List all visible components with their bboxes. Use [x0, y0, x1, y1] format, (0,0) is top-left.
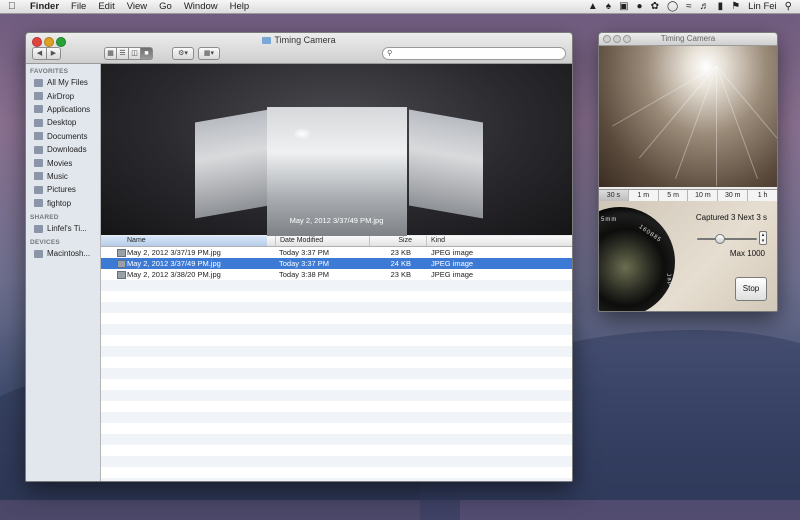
max-label: Max 1000: [729, 249, 765, 258]
column-header-kind[interactable]: Kind: [426, 236, 491, 246]
documents-icon: [34, 132, 43, 141]
sidebar-item-pictures[interactable]: Pictures: [26, 183, 100, 196]
camera-preview: [599, 46, 777, 187]
sidebar-item-desktop[interactable]: Desktop: [26, 116, 100, 129]
stop-button[interactable]: Stop: [735, 277, 767, 301]
finder-window: Timing Camera ◀ ▶ ▦ ☰ ◫ ■ ⚙▾ ▦▾ ⚲ FAVORI…: [25, 32, 573, 482]
sidebar-item-airdrop[interactable]: AirDrop: [26, 89, 100, 102]
interval-30m[interactable]: 30 m: [717, 190, 747, 201]
menu-icon-4[interactable]: ●: [637, 1, 643, 12]
downloads-icon: [34, 145, 43, 154]
search-input[interactable]: ⚲: [382, 47, 566, 60]
interval-5m[interactable]: 5 m: [657, 190, 688, 201]
icon-view-button[interactable]: ▦: [104, 47, 117, 60]
user-name[interactable]: Lin Fei: [748, 1, 777, 12]
all-files-icon: [34, 78, 43, 87]
desktop-icon: [34, 118, 43, 127]
sidebar-item-macintosh-hd[interactable]: Macintosh...: [26, 247, 100, 260]
menu-icon-3[interactable]: ▣: [619, 1, 628, 12]
apple-icon[interactable]: : [8, 1, 20, 12]
sidebar-item-documents[interactable]: Documents: [26, 130, 100, 143]
lens-label: 5mm: [601, 217, 618, 223]
sidebar-header-favorites: FAVORITES: [30, 68, 69, 75]
coverflow-view[interactable]: May 2, 2012 3/37/49 PM.jpg: [101, 64, 572, 237]
battery-icon[interactable]: ▮: [718, 1, 724, 12]
finder-toolbar: Timing Camera ◀ ▶ ▦ ☰ ◫ ■ ⚙▾ ▦▾ ⚲: [26, 33, 572, 64]
window-title: Timing Camera: [26, 35, 572, 45]
camera-controls: 5mm 160885 Japan Captured 3 Next 3 s ▴ ▾ …: [599, 201, 777, 311]
sidebar-item-movies[interactable]: Movies: [26, 156, 100, 169]
search-icon: ⚲: [387, 50, 393, 57]
action-gear-button[interactable]: ⚙▾: [172, 47, 194, 60]
column-header-size[interactable]: Size: [369, 236, 414, 246]
volume-icon[interactable]: ♬: [700, 1, 710, 12]
wifi-icon[interactable]: ≈: [686, 1, 692, 12]
sidebar-item-applications[interactable]: Applications: [26, 103, 100, 116]
list-view-button[interactable]: ☰: [117, 47, 129, 60]
sidebar-item-all-my-files[interactable]: All My Files: [26, 76, 100, 89]
arrange-button[interactable]: ▦▾: [198, 47, 220, 60]
menu-icon-5[interactable]: ✿: [651, 1, 659, 12]
jpeg-file-icon: [117, 271, 126, 279]
menu-go[interactable]: Go: [159, 1, 172, 12]
list-header: Name Date Modified Size Kind: [101, 236, 572, 247]
menu-view[interactable]: View: [127, 1, 147, 12]
menu-help[interactable]: Help: [230, 1, 250, 12]
column-view-button[interactable]: ◫: [129, 47, 141, 60]
coverflow-caption: May 2, 2012 3/37/49 PM.jpg: [289, 216, 384, 225]
table-row[interactable]: May 2, 2012 3/37/19 PM.jpg Today 3:37 PM…: [101, 247, 572, 258]
jpeg-file-icon: [117, 260, 126, 268]
coverflow-thumb-left[interactable]: [195, 109, 269, 219]
spotlight-icon[interactable]: ⚲: [785, 1, 792, 12]
ceiling-light: [294, 129, 310, 139]
column-header-name[interactable]: Name: [101, 236, 267, 246]
folder-icon: [262, 37, 272, 44]
menu-bar:  Finder File Edit View Go Window Help ▲…: [0, 0, 800, 14]
sidebar: FAVORITES All My Files AirDrop Applicati…: [26, 64, 101, 481]
column-header-date[interactable]: Date Modified: [275, 236, 372, 246]
menu-window[interactable]: Window: [184, 1, 218, 12]
forward-button[interactable]: ▶: [47, 47, 61, 60]
jpeg-file-icon: [117, 249, 126, 257]
computer-icon: [34, 224, 43, 233]
table-row-selected[interactable]: May 2, 2012 3/37/49 PM.jpg Today 3:37 PM…: [101, 258, 572, 269]
slider-knob[interactable]: [715, 234, 726, 244]
back-button[interactable]: ◀: [32, 47, 47, 60]
timing-camera-window: Timing Camera 30 s 1 m 5 m 10 m 30 m 1 h…: [598, 32, 778, 312]
home-icon: [34, 199, 43, 208]
table-row[interactable]: May 2, 2012 3/38/20 PM.jpg Today 3:38 PM…: [101, 269, 572, 280]
max-slider[interactable]: [697, 234, 757, 244]
menu-edit[interactable]: Edit: [98, 1, 114, 12]
hard-disk-icon: [34, 249, 43, 258]
coverflow-view-button[interactable]: ■: [141, 47, 153, 60]
sidebar-item-shared-computer[interactable]: Linfel's Ti...: [26, 222, 100, 235]
capture-status: Captured 3 Next 3 s: [695, 213, 767, 222]
coverflow-thumb-right[interactable]: [409, 109, 483, 219]
sidebar-header-devices: DEVICES: [30, 239, 60, 247]
menu-file[interactable]: File: [71, 1, 86, 12]
interval-1m[interactable]: 1 m: [627, 190, 658, 201]
max-stepper[interactable]: ▴ ▾: [759, 231, 767, 245]
camera-window-title: Timing Camera: [660, 34, 716, 43]
menu-icon-6[interactable]: ◯: [667, 1, 678, 12]
pictures-icon: [34, 185, 43, 194]
flag-icon[interactable]: ⚑: [731, 1, 740, 12]
menu-app-finder[interactable]: Finder: [30, 1, 59, 12]
interval-10m[interactable]: 10 m: [687, 190, 717, 201]
sidebar-item-fightop[interactable]: fightop: [26, 197, 100, 210]
sidebar-item-music[interactable]: Music: [26, 170, 100, 183]
sidebar-header-shared: SHARED: [30, 213, 59, 221]
music-icon: [34, 172, 43, 181]
interval-1h[interactable]: 1 h: [747, 190, 777, 201]
movies-icon: [34, 159, 43, 168]
applications-icon: [34, 105, 43, 114]
file-list: May 2, 2012 3/37/19 PM.jpg Today 3:37 PM…: [101, 247, 572, 481]
sidebar-item-downloads[interactable]: Downloads: [26, 143, 100, 156]
interval-30s[interactable]: 30 s: [599, 190, 628, 201]
airdrop-icon: [34, 92, 43, 101]
camera-titlebar: Timing Camera: [599, 33, 777, 46]
menu-icon-2[interactable]: ♠: [606, 1, 611, 12]
menu-icon-1[interactable]: ▲: [588, 1, 598, 12]
